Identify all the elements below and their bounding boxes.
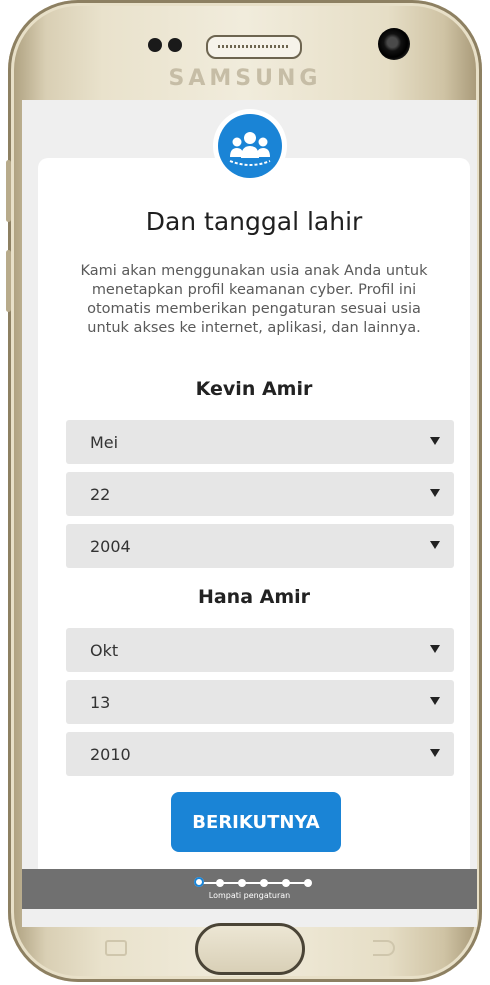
next-button[interactable]: BERIKUTNYA — [171, 792, 341, 852]
sensor-dot — [148, 38, 162, 52]
family-group-icon — [218, 114, 282, 178]
child-name-kevin: Kevin Amir — [195, 378, 313, 400]
setup-footer: Lompati pengaturan — [22, 869, 477, 909]
birth-day-select[interactable]: 13 — [66, 680, 454, 724]
birth-day-select[interactable]: 22 — [66, 472, 454, 516]
step-dot — [282, 879, 290, 887]
step-dot — [216, 879, 224, 887]
caret-down-icon — [430, 541, 440, 549]
back-icon[interactable] — [373, 940, 395, 956]
recent-apps-icon[interactable] — [105, 940, 127, 956]
caret-down-icon — [430, 645, 440, 653]
brand-logo: SAMSUNG — [168, 66, 322, 91]
home-button[interactable] — [195, 923, 305, 975]
earpiece-speaker — [206, 35, 302, 59]
select-value: 2004 — [90, 536, 131, 556]
select-value: 22 — [90, 484, 111, 504]
volume-button — [6, 160, 11, 222]
caret-down-icon — [430, 697, 440, 705]
app-screen: Dan tanggal lahir Kami akan menggunakan … — [22, 100, 477, 927]
step-dot — [238, 879, 246, 887]
caret-down-icon — [430, 489, 440, 497]
step-dot-active — [194, 877, 204, 887]
front-camera — [378, 28, 410, 60]
page-title: Dan tanggal lahir — [145, 207, 363, 236]
birth-month-select[interactable]: Mei — [66, 420, 454, 464]
sensor-dot — [168, 38, 182, 52]
volume-button — [6, 250, 11, 312]
child-name-hana: Hana Amir — [197, 586, 311, 608]
birth-year-select[interactable]: 2010 — [66, 732, 454, 776]
step-dot — [304, 879, 312, 887]
birth-year-select[interactable]: 2004 — [66, 524, 454, 568]
birth-month-select[interactable]: Okt — [66, 628, 454, 672]
select-value: Okt — [90, 640, 119, 660]
page-description: Kami akan menggunakan usia anak Anda unt… — [80, 263, 428, 336]
select-value: Mei — [90, 432, 119, 452]
step-progress — [194, 877, 316, 889]
step-dot — [260, 879, 268, 887]
select-value: 2010 — [90, 744, 131, 764]
caret-down-icon — [430, 437, 440, 445]
select-value: 13 — [90, 692, 111, 712]
caret-down-icon — [430, 749, 440, 757]
skip-setup-link[interactable]: Lompati pengaturan — [22, 891, 477, 900]
